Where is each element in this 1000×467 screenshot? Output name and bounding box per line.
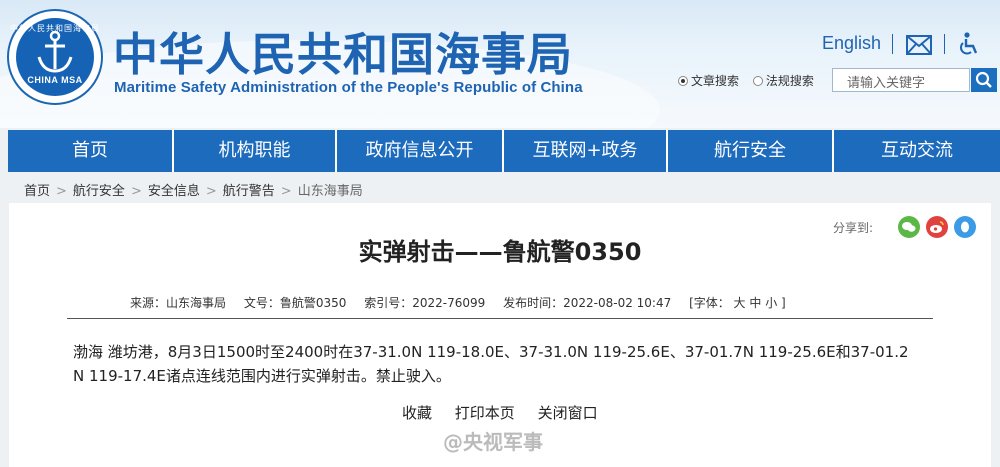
search-type-options: 文章搜索 法规搜索 bbox=[678, 72, 824, 89]
divider bbox=[892, 34, 893, 54]
breadcrumb-home[interactable]: 首页 bbox=[24, 184, 50, 199]
meta-doc-no: 文号：鲁航警0350 bbox=[243, 296, 347, 310]
watermark: @央视军事 bbox=[443, 430, 543, 454]
breadcrumb-nav-warnings[interactable]: 航行警告 bbox=[223, 184, 275, 199]
search-input[interactable]: 请输入关键字 bbox=[832, 68, 970, 92]
breadcrumb-safety-info[interactable]: 安全信息 bbox=[148, 184, 200, 199]
article-body: 渤海 潍坊港，8月3日1500时至2400时在37-31.0N 119-18.0… bbox=[73, 340, 933, 388]
chevron-right-icon: > bbox=[130, 184, 142, 199]
article-body-line: N 119-17.4E诸点连线范围内进行实弹射击。禁止驶入。 bbox=[73, 367, 451, 385]
radio-label: 法规搜索 bbox=[765, 74, 814, 88]
chevron-right-icon: > bbox=[205, 184, 217, 199]
breadcrumb-shandong[interactable]: 山东海事局 bbox=[298, 184, 363, 199]
nav-item-interaction[interactable]: 互动交流 bbox=[834, 130, 1000, 172]
nav-item-home[interactable]: 首页 bbox=[8, 130, 174, 172]
print-button[interactable]: 打印本页 bbox=[455, 404, 515, 422]
logo-bottom-text: CHINA MSA bbox=[27, 75, 83, 85]
close-window-button[interactable]: 关闭窗口 bbox=[538, 404, 598, 422]
breadcrumb-navigation-safety[interactable]: 航行安全 bbox=[73, 184, 125, 199]
mail-icon[interactable] bbox=[906, 35, 932, 55]
radio-law-search[interactable]: 法规搜索 bbox=[752, 74, 814, 88]
nav-item-functions[interactable]: 机构职能 bbox=[174, 130, 337, 172]
main-nav: 首页 机构职能 政府信息公开 互联网+政务 航行安全 互动交流 bbox=[8, 130, 1000, 172]
breadcrumb: 首页 > 航行安全 > 安全信息 > 航行警告 > 山东海事局 bbox=[24, 180, 363, 199]
radio-button[interactable] bbox=[752, 75, 763, 86]
site-title-en: Maritime Safety Administration of the Pe… bbox=[114, 79, 583, 96]
chevron-right-icon: > bbox=[56, 184, 67, 199]
radio-label: 文章搜索 bbox=[691, 74, 740, 88]
anchor-icon bbox=[37, 30, 73, 73]
nav-item-navigation-safety[interactable]: 航行安全 bbox=[668, 130, 834, 172]
meta-source: 来源：山东海事局 bbox=[130, 296, 227, 310]
english-link[interactable]: English bbox=[822, 33, 881, 54]
nav-item-gov-info[interactable]: 政府信息公开 bbox=[337, 130, 504, 172]
site-title-cn: 中华人民共和国海事局 bbox=[113, 28, 574, 81]
msa-logo[interactable]: 中华人民共和国海事局 CHINA MSA bbox=[7, 9, 103, 105]
font-size-selector[interactable]: [字体： 大 中 小 ] bbox=[689, 296, 786, 310]
radio-article-search[interactable]: 文章搜索 bbox=[678, 74, 739, 88]
nav-item-internet-gov[interactable]: 互联网+政务 bbox=[504, 130, 668, 172]
accessibility-icon[interactable] bbox=[958, 32, 980, 56]
divider bbox=[67, 318, 933, 319]
meta-index-no: 索引号：2022-76099 bbox=[364, 296, 486, 310]
search-button[interactable] bbox=[971, 68, 997, 92]
divider bbox=[944, 34, 945, 54]
favorite-button[interactable]: 收藏 bbox=[402, 404, 432, 422]
chevron-right-icon: > bbox=[280, 184, 292, 199]
article-title: 实弹射击——鲁航警0350 bbox=[358, 238, 642, 266]
article-actions: 收藏 打印本页 关闭窗口 bbox=[402, 402, 616, 423]
article-body-line: 渤海 潍坊港，8月3日1500时至2400时在37-31.0N 119-18.0… bbox=[73, 343, 909, 361]
meta-publish-time: 发布时间：2022-08-02 10:47 bbox=[503, 296, 672, 310]
site-header: 中华人民共和国海事局 CHINA MSA 中华人民共和国海事局 Maritime… bbox=[0, 0, 1000, 128]
article-meta: 来源：山东海事局 文号：鲁航警0350 索引号：2022-76099 发布时间：… bbox=[130, 294, 800, 311]
search-icon bbox=[975, 71, 992, 88]
radio-button[interactable] bbox=[678, 75, 688, 86]
